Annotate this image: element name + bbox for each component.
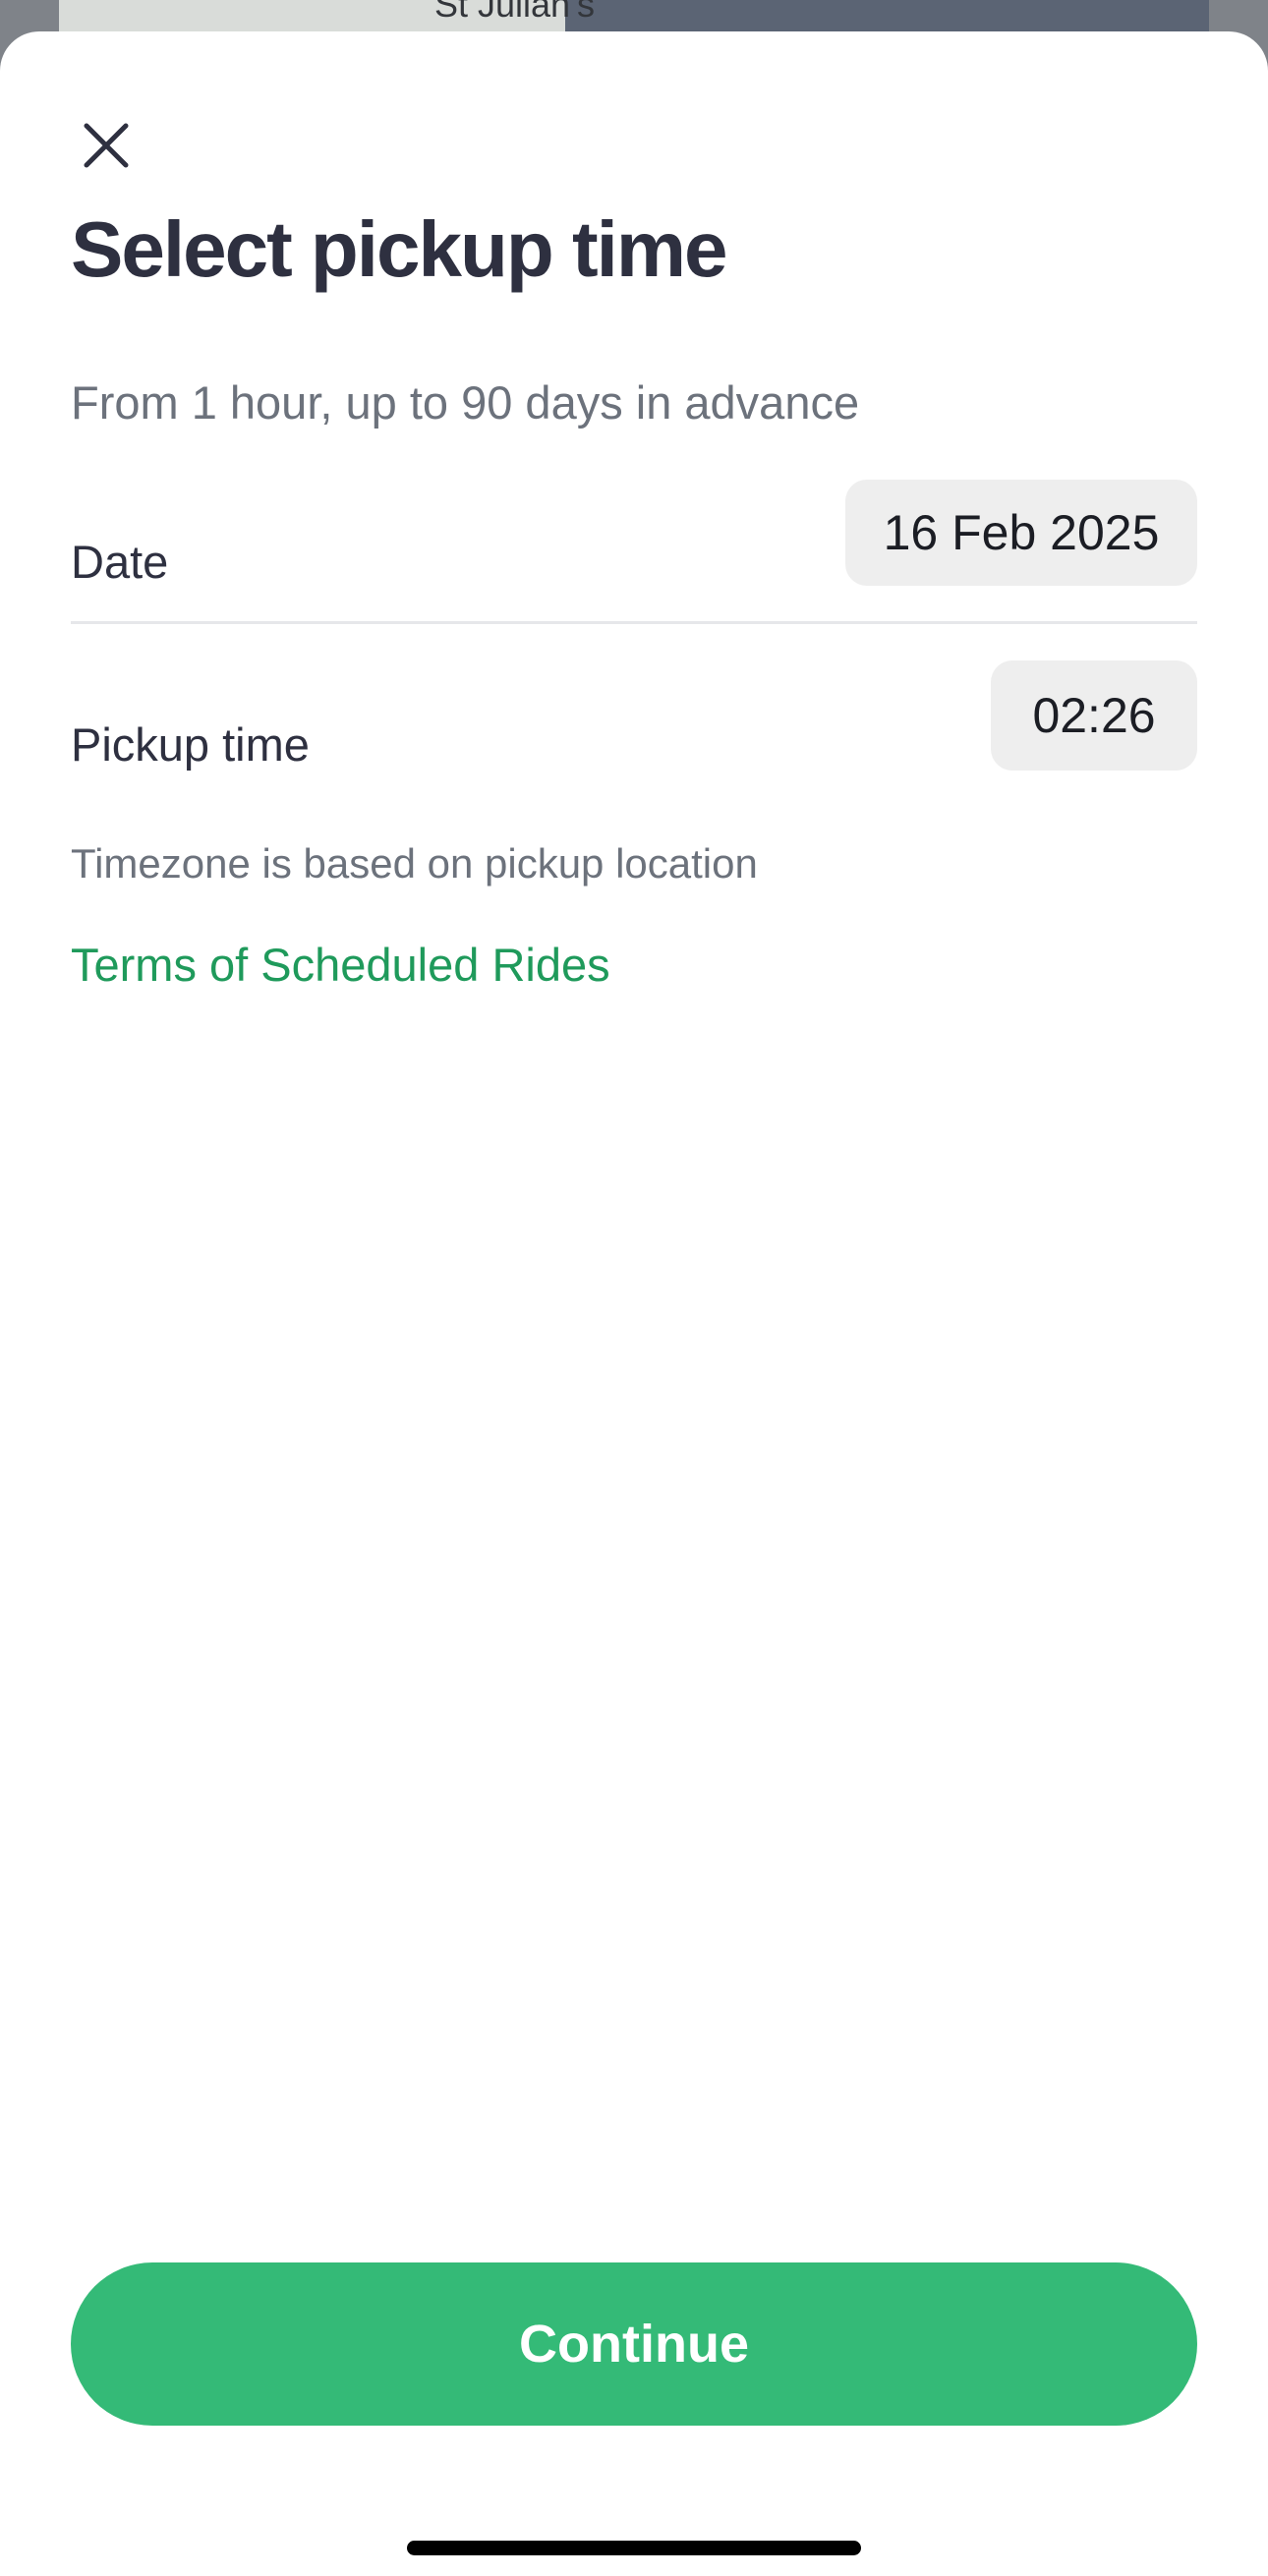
page-subtitle: From 1 hour, up to 90 days in advance	[71, 376, 860, 429]
date-label: Date	[71, 536, 169, 588]
row-divider	[71, 621, 1197, 624]
pickup-time-label: Pickup time	[71, 718, 310, 771]
close-button[interactable]	[71, 110, 142, 181]
terms-of-scheduled-rides-link[interactable]: Terms of Scheduled Rides	[71, 938, 610, 992]
date-picker-button[interactable]: 16 Feb 2025	[845, 480, 1197, 586]
pickup-time-picker-button[interactable]: 02:26	[991, 660, 1197, 771]
map-place-label: St Julian's	[434, 0, 595, 25]
close-icon	[84, 123, 129, 168]
home-indicator[interactable]	[407, 2541, 861, 2555]
pickup-time-sheet: Select pickup time From 1 hour, up to 90…	[0, 31, 1268, 2576]
continue-button[interactable]: Continue	[71, 2262, 1197, 2426]
timezone-note: Timezone is based on pickup location	[71, 840, 758, 887]
page-title: Select pickup time	[71, 205, 727, 293]
